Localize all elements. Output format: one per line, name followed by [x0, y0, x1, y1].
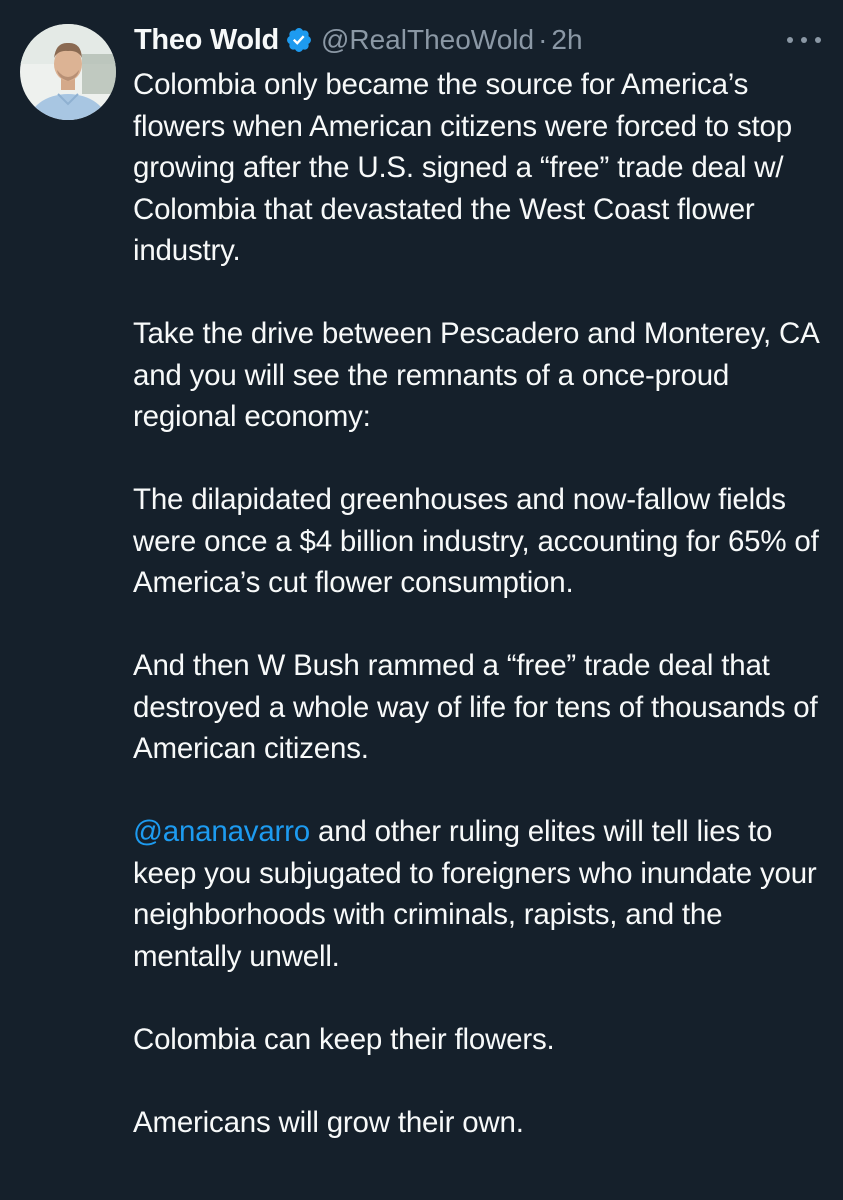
- author-name[interactable]: Theo Wold: [134, 24, 279, 57]
- avatar[interactable]: [20, 24, 116, 120]
- more-options-icon[interactable]: [787, 30, 821, 50]
- avatar-image: [20, 24, 116, 120]
- tweet-paragraph: Colombia can keep their flowers.: [133, 1022, 555, 1056]
- mention-link[interactable]: @ananavarro: [133, 815, 310, 848]
- timestamp[interactable]: 2h: [551, 24, 582, 56]
- verified-badge-icon: [285, 26, 313, 54]
- tweet-paragraph: Americans will grow their own.: [133, 1105, 524, 1139]
- tweet-paragraph: @ananavarro and other ruling elites will…: [133, 811, 833, 977]
- separator-dot: ·: [538, 24, 548, 55]
- author-handle[interactable]: @RealTheoWold: [321, 24, 534, 56]
- tweet-paragraph: Colombia only became the source for Amer…: [133, 68, 792, 267]
- tweet-paragraph: And then W Bush rammed a “free” trade de…: [133, 649, 818, 765]
- tweet-paragraph: The dilapidated greenhouses and now-fall…: [133, 483, 819, 599]
- tweet-paragraph: Take the drive between Pescadero and Mon…: [133, 317, 818, 433]
- tweet: Theo Wold @RealTheoWold · 2h Colombia on…: [0, 0, 843, 1200]
- tweet-header: Theo Wold @RealTheoWold · 2h: [134, 18, 583, 62]
- tweet-text: Colombia only became the source for Amer…: [133, 64, 833, 1185]
